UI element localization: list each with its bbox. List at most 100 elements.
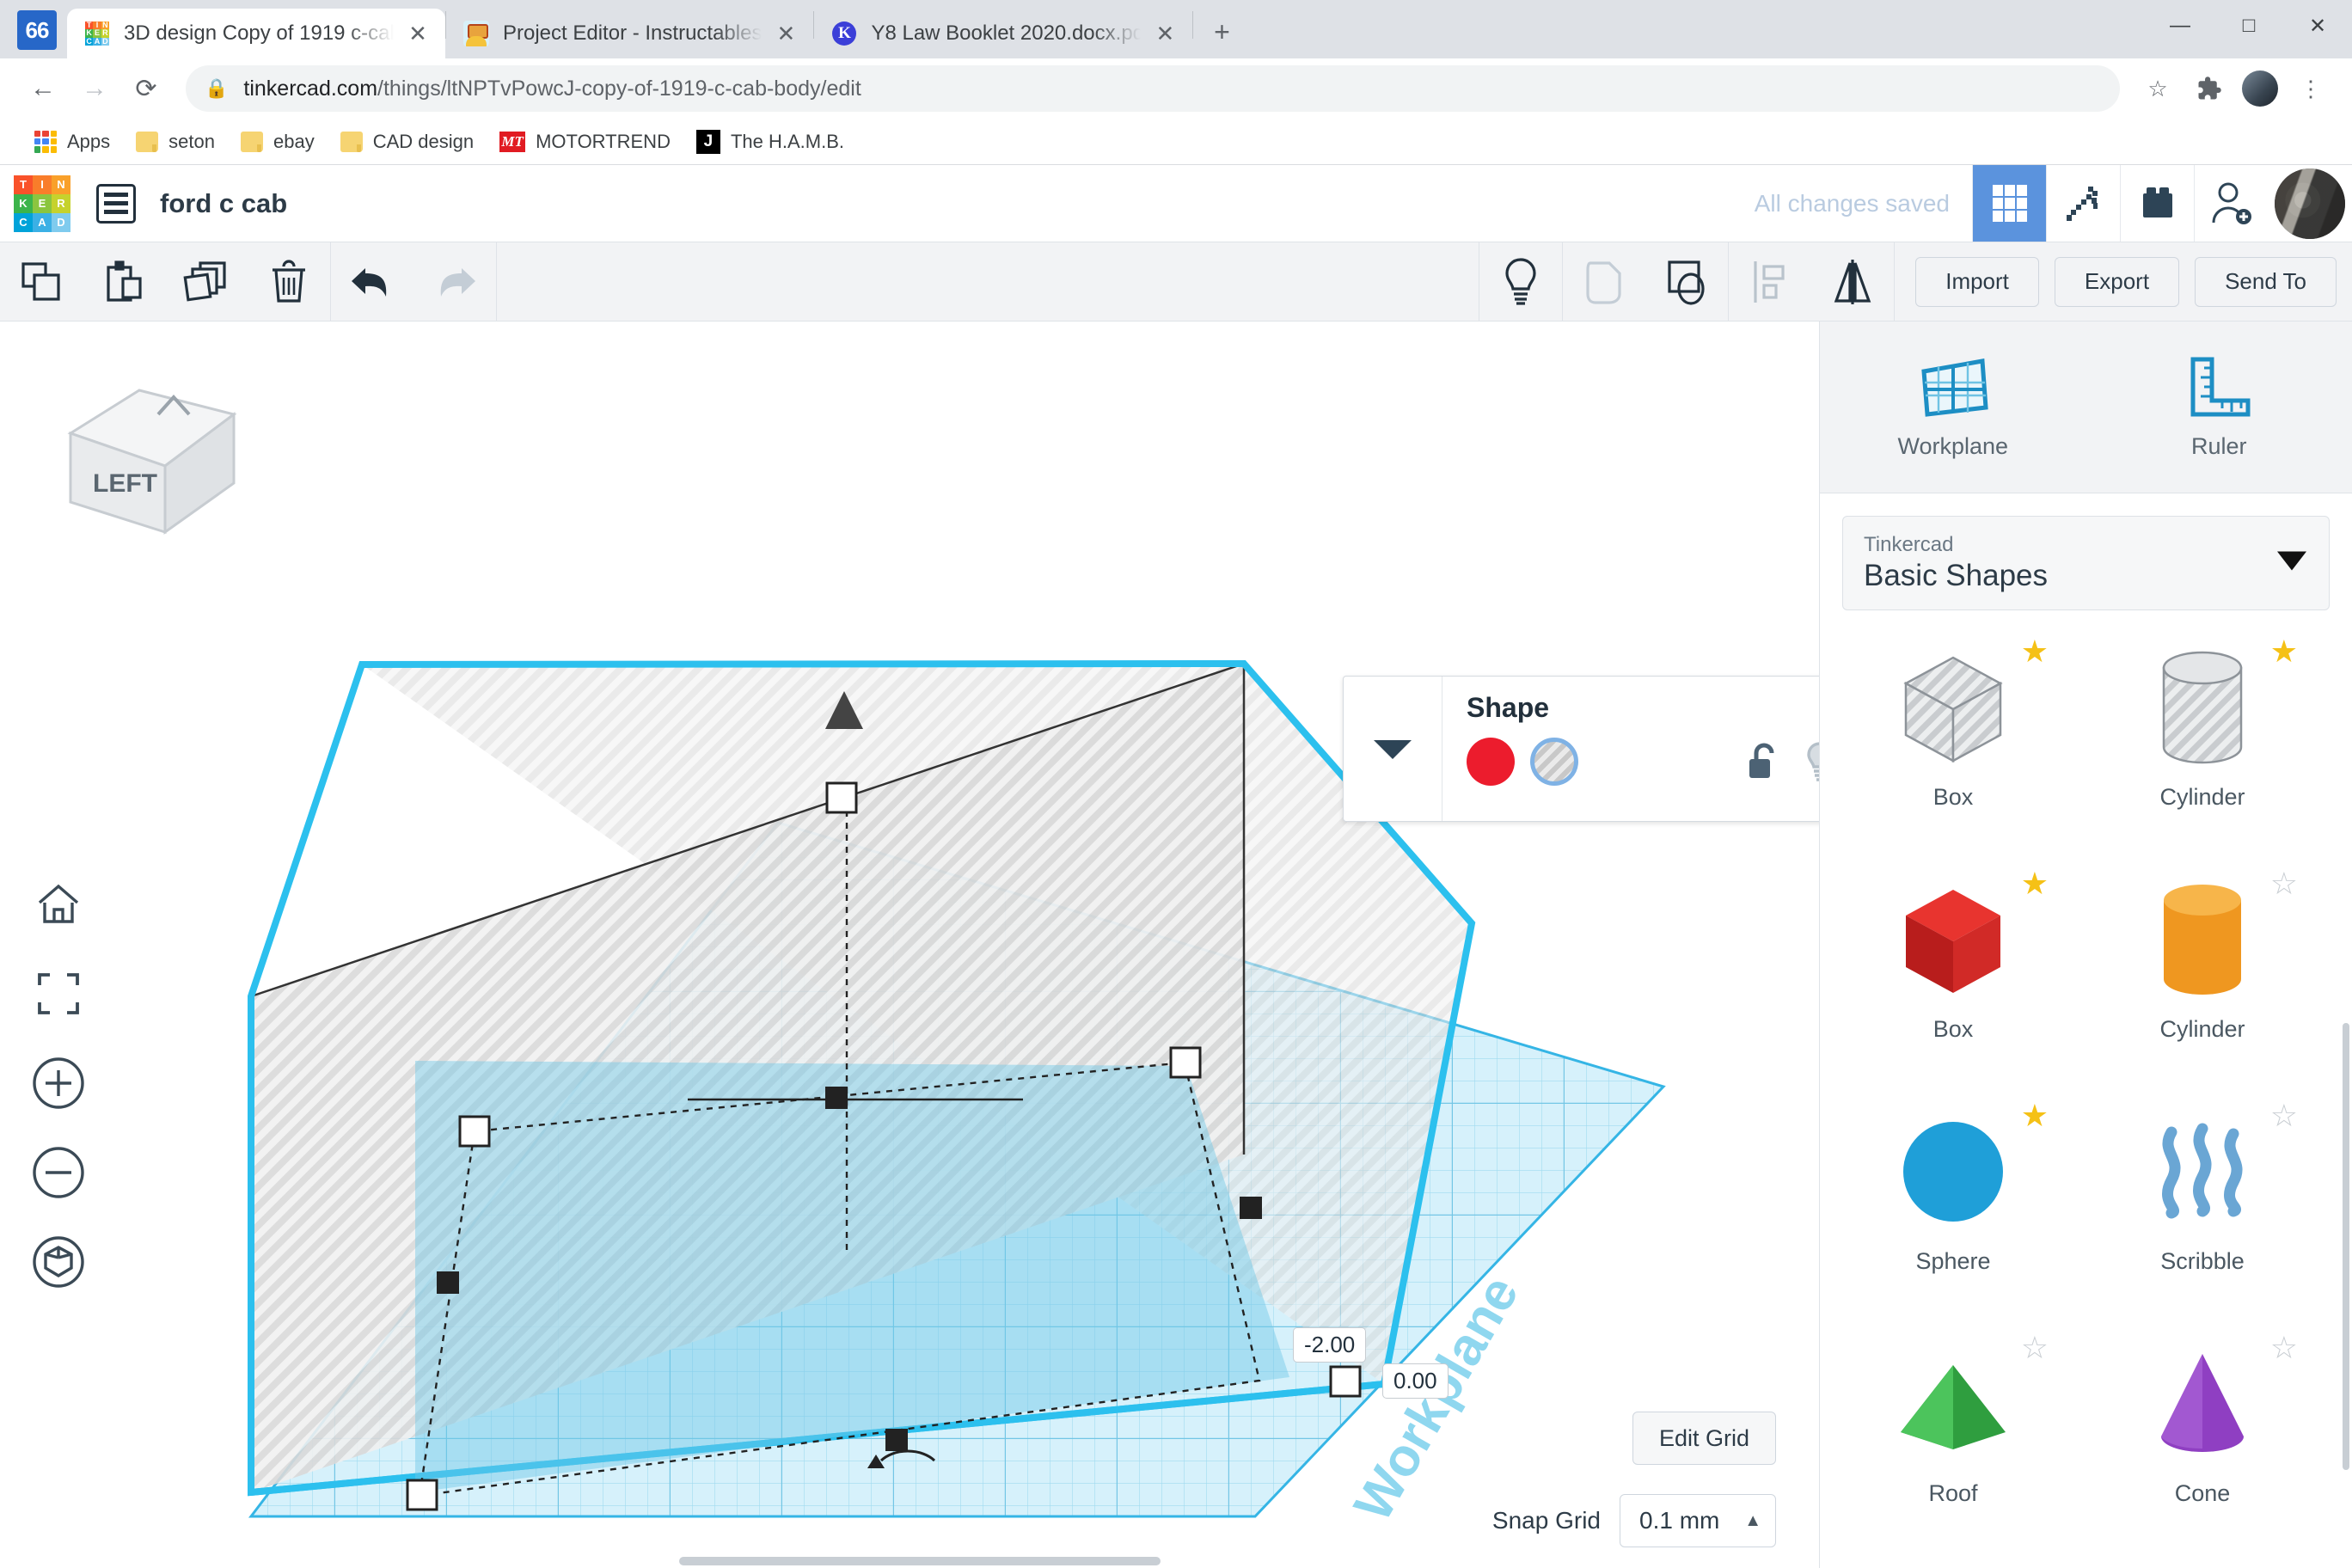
back-button[interactable]: ← (17, 63, 69, 114)
align-button[interactable] (1739, 251, 1801, 313)
bookmark-seton[interactable]: seton (126, 126, 225, 158)
design-canvas[interactable]: Workplane (0, 322, 1819, 1568)
shape-item-sphere[interactable]: ★ Sphere (1828, 1088, 2078, 1320)
shape-list[interactable]: ★ Box ★ Cylinder ★ Box ☆ Cylinder ★ Sphe… (1820, 619, 2352, 1568)
sphere-icon (1889, 1107, 2018, 1236)
browser-tab-1[interactable]: Project Editor - Instructables ✕ (446, 9, 814, 58)
design-list-button[interactable] (96, 183, 136, 224)
hole-swatch[interactable] (1530, 738, 1578, 786)
bookmark-cad-design[interactable]: CAD design (330, 126, 484, 158)
blocks-button[interactable] (2120, 165, 2194, 242)
jalopy-j-icon: J (695, 129, 720, 154)
browser-tab-2[interactable]: K Y8 Law Booklet 2020.docx.pdf ✕ (814, 9, 1193, 58)
copy-button[interactable] (10, 251, 72, 313)
star-icon[interactable]: ★ (2021, 868, 2049, 899)
close-icon[interactable]: ✕ (1149, 18, 1180, 49)
star-icon[interactable]: ★ (2021, 636, 2049, 667)
send-to-button[interactable]: Send To (2195, 256, 2337, 307)
home-view-button[interactable] (26, 872, 91, 937)
shape-inspector-panel[interactable]: Shape (1343, 676, 1819, 822)
bookmark-star-icon[interactable]: ☆ (2134, 64, 2182, 113)
panel-tools: Workplane Ruler (1820, 322, 2352, 493)
shape-item-cylinder[interactable]: ☆ Cylinder (2078, 856, 2327, 1088)
ungroup-shapes-icon (1668, 260, 1705, 305)
fit-all-button[interactable] (26, 961, 91, 1026)
shape-library-select[interactable]: Tinkercad Basic Shapes (1842, 516, 2330, 610)
view-cube-label: LEFT (93, 469, 157, 498)
shape-name: Cylinder (2159, 1016, 2245, 1042)
codeblocks-button[interactable] (2046, 165, 2120, 242)
zoom-out-button[interactable] (26, 1140, 91, 1205)
avatar[interactable] (2275, 168, 2345, 239)
ungroup-button[interactable] (1656, 251, 1718, 313)
collapse-shape-panel-button[interactable] (1344, 677, 1442, 821)
star-icon[interactable]: ★ (2021, 1100, 2049, 1131)
shapes-scrollbar[interactable] (2343, 1023, 2349, 1470)
canvas-nav-controls (26, 872, 91, 1319)
solid-hole-button[interactable] (1490, 251, 1552, 313)
group-button[interactable] (1573, 251, 1635, 313)
bookmark-label: The H.A.M.B. (730, 130, 844, 152)
snap-grid-select[interactable]: 0.1 mm ▲ (1620, 1494, 1776, 1547)
edit-grid-button[interactable]: Edit Grid (1632, 1412, 1776, 1465)
bookmark-label: Apps (67, 130, 111, 152)
address-bar[interactable]: 🔒 tinkercad.com/things/ltNPTvPowcJ-copy-… (186, 65, 2120, 112)
shape-item-scribble[interactable]: ☆ Scribble (2078, 1088, 2327, 1320)
lightbulb-icon[interactable] (1804, 741, 1819, 782)
mirror-button[interactable] (1822, 251, 1883, 313)
duplicate-button[interactable] (175, 251, 237, 313)
perspective-toggle-button[interactable] (26, 1229, 91, 1295)
solid-color-swatch[interactable] (1467, 738, 1515, 786)
shape-name: Box (1932, 784, 1974, 810)
close-window-button[interactable]: ✕ (2283, 0, 2352, 52)
reload-button[interactable]: ⟳ (120, 63, 172, 114)
paste-button[interactable] (93, 251, 155, 313)
bookmark-apps[interactable]: Apps (24, 126, 120, 158)
shape-item-box[interactable]: ★ Box (1828, 856, 2078, 1088)
profile-avatar[interactable] (2242, 70, 2278, 107)
export-button[interactable]: Export (2054, 256, 2180, 307)
view-cube[interactable]: LEFT (53, 373, 237, 535)
browser-tab-0[interactable]: TIN KER CAD 3D design Copy of 1919 c-cab… (67, 9, 445, 58)
pickaxe-icon (2066, 186, 2098, 221)
redo-button[interactable] (424, 251, 486, 313)
grid-gallery-button[interactable] (1972, 165, 2046, 242)
extensions-icon[interactable] (2185, 64, 2233, 113)
star-icon[interactable]: ☆ (2021, 1332, 2049, 1363)
close-icon[interactable]: ✕ (770, 18, 801, 49)
workplane-tool[interactable]: Workplane (1820, 322, 2086, 493)
tinkercad-logo-icon[interactable]: TIN KER CAD (14, 175, 70, 232)
window-badge: 66 (17, 10, 57, 50)
star-icon[interactable]: ☆ (2270, 1100, 2298, 1131)
height-tooltip[interactable]: 0.00 (1382, 1363, 1449, 1399)
invite-button[interactable] (2194, 165, 2268, 242)
import-button[interactable]: Import (1915, 256, 2039, 307)
shape-item-cylinder-hole[interactable]: ★ Cylinder (2078, 624, 2327, 856)
ruler-tool[interactable]: Ruler (2086, 322, 2352, 493)
shape-item-roof[interactable]: ☆ Roof (1828, 1320, 2078, 1553)
star-icon[interactable]: ☆ (2270, 868, 2298, 899)
delete-button[interactable] (258, 251, 320, 313)
zoom-in-button[interactable] (26, 1050, 91, 1116)
bookmark-the-hamb[interactable]: J The H.A.M.B. (686, 125, 854, 159)
canvas-horizontal-scrollbar[interactable] (0, 1554, 1819, 1568)
bookmark-ebay[interactable]: ebay (230, 126, 325, 158)
shape-item-box-hole[interactable]: ★ Box (1828, 624, 2078, 856)
page-title[interactable]: ford c cab (160, 188, 287, 219)
scene-3d[interactable]: Workplane (0, 322, 1819, 1518)
unlock-icon[interactable] (1746, 742, 1782, 781)
star-icon[interactable]: ★ (2270, 636, 2298, 667)
shape-item-cone[interactable]: ☆ Cone (2078, 1320, 2327, 1553)
new-tab-button[interactable]: + (1202, 12, 1241, 52)
minimize-button[interactable]: — (2146, 0, 2214, 52)
z-offset-tooltip[interactable]: -2.00 (1293, 1327, 1367, 1363)
chevron-down-icon (2277, 551, 2306, 575)
chrome-menu-icon[interactable]: ⋮ (2287, 64, 2335, 113)
forward-button[interactable]: → (69, 63, 120, 114)
undo-button[interactable] (341, 251, 403, 313)
bookmark-motortrend[interactable]: MT MOTORTREND (489, 126, 681, 158)
star-icon[interactable]: ☆ (2270, 1332, 2298, 1363)
scribble-icon (2138, 1107, 2267, 1236)
maximize-button[interactable]: □ (2214, 0, 2283, 52)
close-icon[interactable]: ✕ (402, 18, 433, 49)
